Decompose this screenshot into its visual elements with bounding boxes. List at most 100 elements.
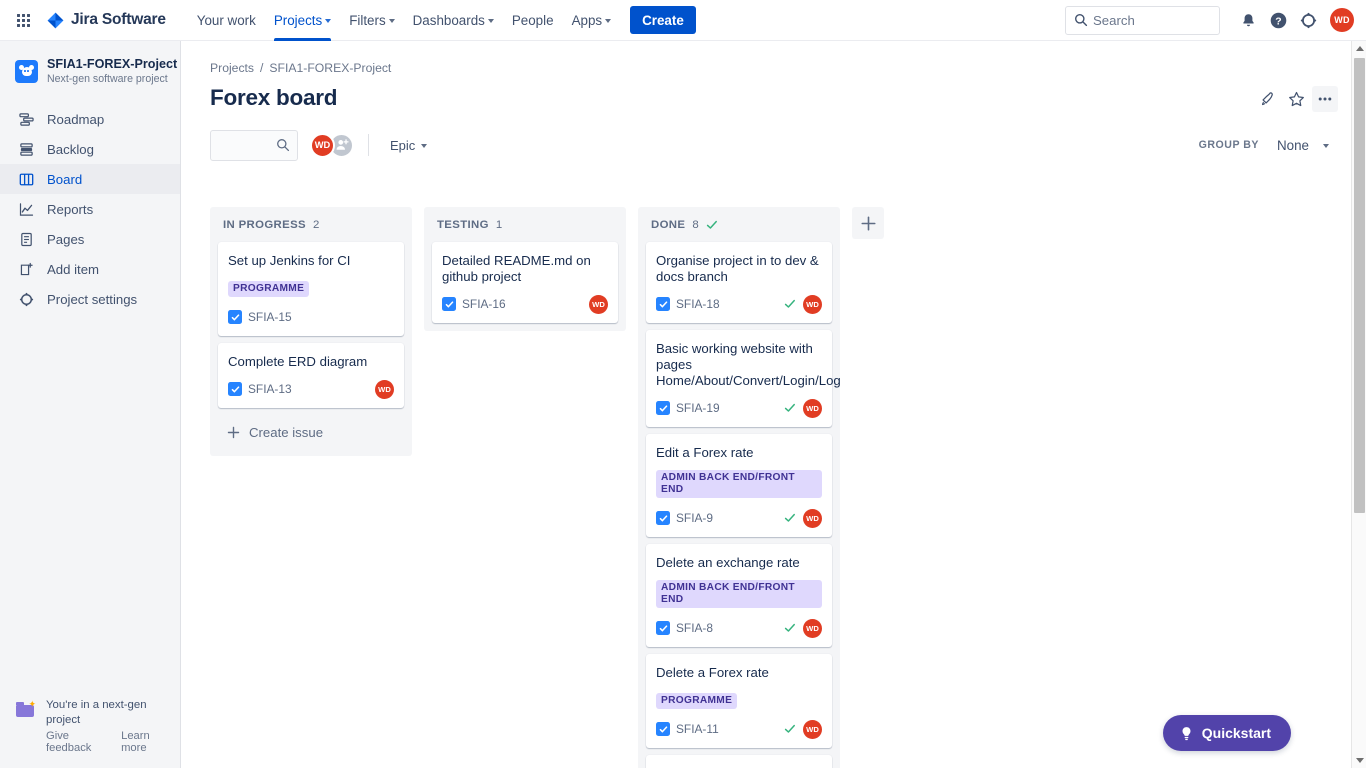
board-toolbar: WD Epic GROUP BY None xyxy=(210,129,1338,161)
nav-right-group: ? WD xyxy=(1065,5,1354,35)
board-icon xyxy=(18,171,34,187)
notifications-bell-icon[interactable] xyxy=(1234,6,1262,34)
issue-card[interactable]: Delete a Forex rate PROGRAMME SFIA-11 WD xyxy=(646,654,832,748)
nav-filters[interactable]: Filters xyxy=(340,0,403,41)
epic-filter-dropdown[interactable]: Epic xyxy=(383,131,434,159)
issue-title: Complete ERD diagram xyxy=(228,354,368,369)
issue-key[interactable]: SFIA-13 xyxy=(248,382,292,396)
issue-key[interactable]: SFIA-15 xyxy=(248,310,292,324)
issue-card[interactable]: Delete an exchange rate ADMIN BACK END/F… xyxy=(646,544,832,647)
user-avatar[interactable]: WD xyxy=(1330,8,1354,32)
issue-card[interactable]: Set up Jenkins for CI PROGRAMME SFIA-15 xyxy=(218,242,404,336)
issue-key[interactable]: SFIA-18 xyxy=(676,297,720,311)
column-card-list: Set up Jenkins for CI PROGRAMME SFIA-15 … xyxy=(218,242,404,408)
vertical-scrollbar[interactable] xyxy=(1351,41,1366,768)
star-icon[interactable] xyxy=(1283,86,1309,112)
reports-icon xyxy=(18,201,34,217)
assignee-avatar[interactable]: WD xyxy=(803,508,822,528)
epic-badge[interactable]: ADMIN BACK END/FRONT END xyxy=(656,470,822,498)
chevron-down-icon xyxy=(605,19,612,23)
task-type-icon xyxy=(656,297,670,311)
issue-card[interactable]: Edit a Forex rate ADMIN BACK END/FRONT E… xyxy=(646,434,832,537)
quickstart-button[interactable]: Quickstart xyxy=(1162,715,1291,751)
group-by-dropdown[interactable]: None xyxy=(1268,130,1338,160)
project-header[interactable]: SFIA1-FOREX-Project Next-gen software pr… xyxy=(0,41,180,92)
release-icon[interactable] xyxy=(1254,86,1280,112)
nav-apps[interactable]: Apps xyxy=(563,0,621,41)
nav-people[interactable]: People xyxy=(503,0,563,41)
done-check-icon xyxy=(784,298,796,310)
jira-logo-link[interactable]: Jira Software xyxy=(47,11,166,29)
issue-key[interactable]: SFIA-19 xyxy=(676,401,720,415)
issue-key[interactable]: SFIA-8 xyxy=(676,621,713,635)
scrollbar-thumb[interactable] xyxy=(1354,58,1365,513)
more-actions-icon[interactable] xyxy=(1312,86,1338,112)
global-search-box[interactable] xyxy=(1065,5,1220,35)
task-type-icon xyxy=(656,401,670,415)
scroll-down-arrow-icon[interactable] xyxy=(1352,753,1366,768)
assignee-avatar[interactable]: WD xyxy=(803,618,822,638)
nav-dashboards[interactable]: Dashboards xyxy=(404,0,503,41)
done-check-icon xyxy=(784,723,796,735)
issue-card[interactable]: Complete ERD diagram SFIA-13 WD xyxy=(218,343,404,408)
assignee-avatar[interactable]: WD xyxy=(803,294,822,314)
issue-card-footer-right: WD xyxy=(784,618,822,638)
sidebar-item-project-settings[interactable]: Project settings xyxy=(0,284,180,314)
sidebar-item-board[interactable]: Board xyxy=(0,164,180,194)
nav-your-work[interactable]: Your work xyxy=(188,0,265,41)
settings-gear-icon[interactable] xyxy=(1294,6,1322,34)
issue-card[interactable]: Detailed README.md on github project SFI… xyxy=(432,242,618,323)
epic-badge[interactable]: ADMIN BACK END/FRONT END xyxy=(656,580,822,608)
create-issue-button[interactable]: Create issue xyxy=(218,416,404,448)
nav-label: People xyxy=(511,12,554,28)
issue-card[interactable]: Organise project in to dev & docs branch… xyxy=(646,242,832,323)
epic-badge[interactable]: PROGRAMME xyxy=(228,281,310,297)
breadcrumb-projects[interactable]: Projects xyxy=(210,61,254,75)
next-gen-banner-title: You're in a next-gen project xyxy=(46,699,147,726)
column-header: DONE 8 xyxy=(646,216,832,242)
top-navigation-bar: Jira Software Your work Projects Filters… xyxy=(0,0,1366,41)
quickstart-label: Quickstart xyxy=(1201,725,1271,741)
assignee-avatar[interactable]: WD xyxy=(803,719,822,739)
column-count: 1 xyxy=(495,219,503,231)
give-feedback-link[interactable]: Give feedback xyxy=(46,730,107,754)
sidebar-item-roadmap[interactable]: Roadmap xyxy=(0,104,180,134)
assignee-avatar[interactable]: WD xyxy=(375,379,394,399)
board-search-box[interactable] xyxy=(210,129,298,161)
issue-key[interactable]: SFIA-9 xyxy=(676,511,713,525)
nav-label: Projects xyxy=(273,12,323,28)
column-name: TESTING xyxy=(437,219,489,231)
plus-icon xyxy=(860,215,876,231)
search-input[interactable] xyxy=(1093,12,1219,28)
issue-card[interactable]: Set up database PROGRAMME SFIA-5 WD xyxy=(646,755,832,768)
breadcrumb-project[interactable]: SFIA1-FOREX-Project xyxy=(269,61,391,75)
scroll-up-arrow-icon[interactable] xyxy=(1352,41,1366,56)
issue-card[interactable]: Basic working website with pages Home/Ab… xyxy=(646,330,840,427)
nav-projects[interactable]: Projects xyxy=(265,0,340,41)
apps-grid-icon[interactable] xyxy=(10,7,36,33)
sidebar-nav-list: Roadmap Backlog Board Reports Pages Add … xyxy=(0,104,180,314)
chevron-down-icon xyxy=(487,19,494,23)
assignee-avatar[interactable]: WD xyxy=(803,398,822,418)
issue-key[interactable]: SFIA-11 xyxy=(676,722,719,736)
sidebar-item-reports[interactable]: Reports xyxy=(0,194,180,224)
task-type-icon xyxy=(656,511,670,525)
done-check-icon xyxy=(784,622,796,634)
learn-more-link[interactable]: Learn more xyxy=(121,730,170,754)
project-avatar-icon xyxy=(15,60,38,83)
issue-key[interactable]: SFIA-16 xyxy=(462,297,506,311)
issue-card-footer: SFIA-8 WD xyxy=(656,618,822,638)
issue-card-footer-right: WD xyxy=(784,508,822,528)
sidebar-item-add-item[interactable]: Add item xyxy=(0,254,180,284)
sidebar-item-label: Project settings xyxy=(47,291,138,307)
board-search-input[interactable] xyxy=(219,137,271,153)
add-column-button[interactable] xyxy=(852,207,884,239)
sidebar-item-pages[interactable]: Pages xyxy=(0,224,180,254)
help-icon[interactable]: ? xyxy=(1264,6,1292,34)
epic-badge[interactable]: PROGRAMME xyxy=(656,693,738,709)
issue-card-footer-right: WD xyxy=(375,379,394,399)
avatar[interactable]: WD xyxy=(310,132,335,158)
sidebar-item-backlog[interactable]: Backlog xyxy=(0,134,180,164)
create-button[interactable]: Create xyxy=(630,6,696,34)
assignee-avatar[interactable]: WD xyxy=(589,294,608,314)
